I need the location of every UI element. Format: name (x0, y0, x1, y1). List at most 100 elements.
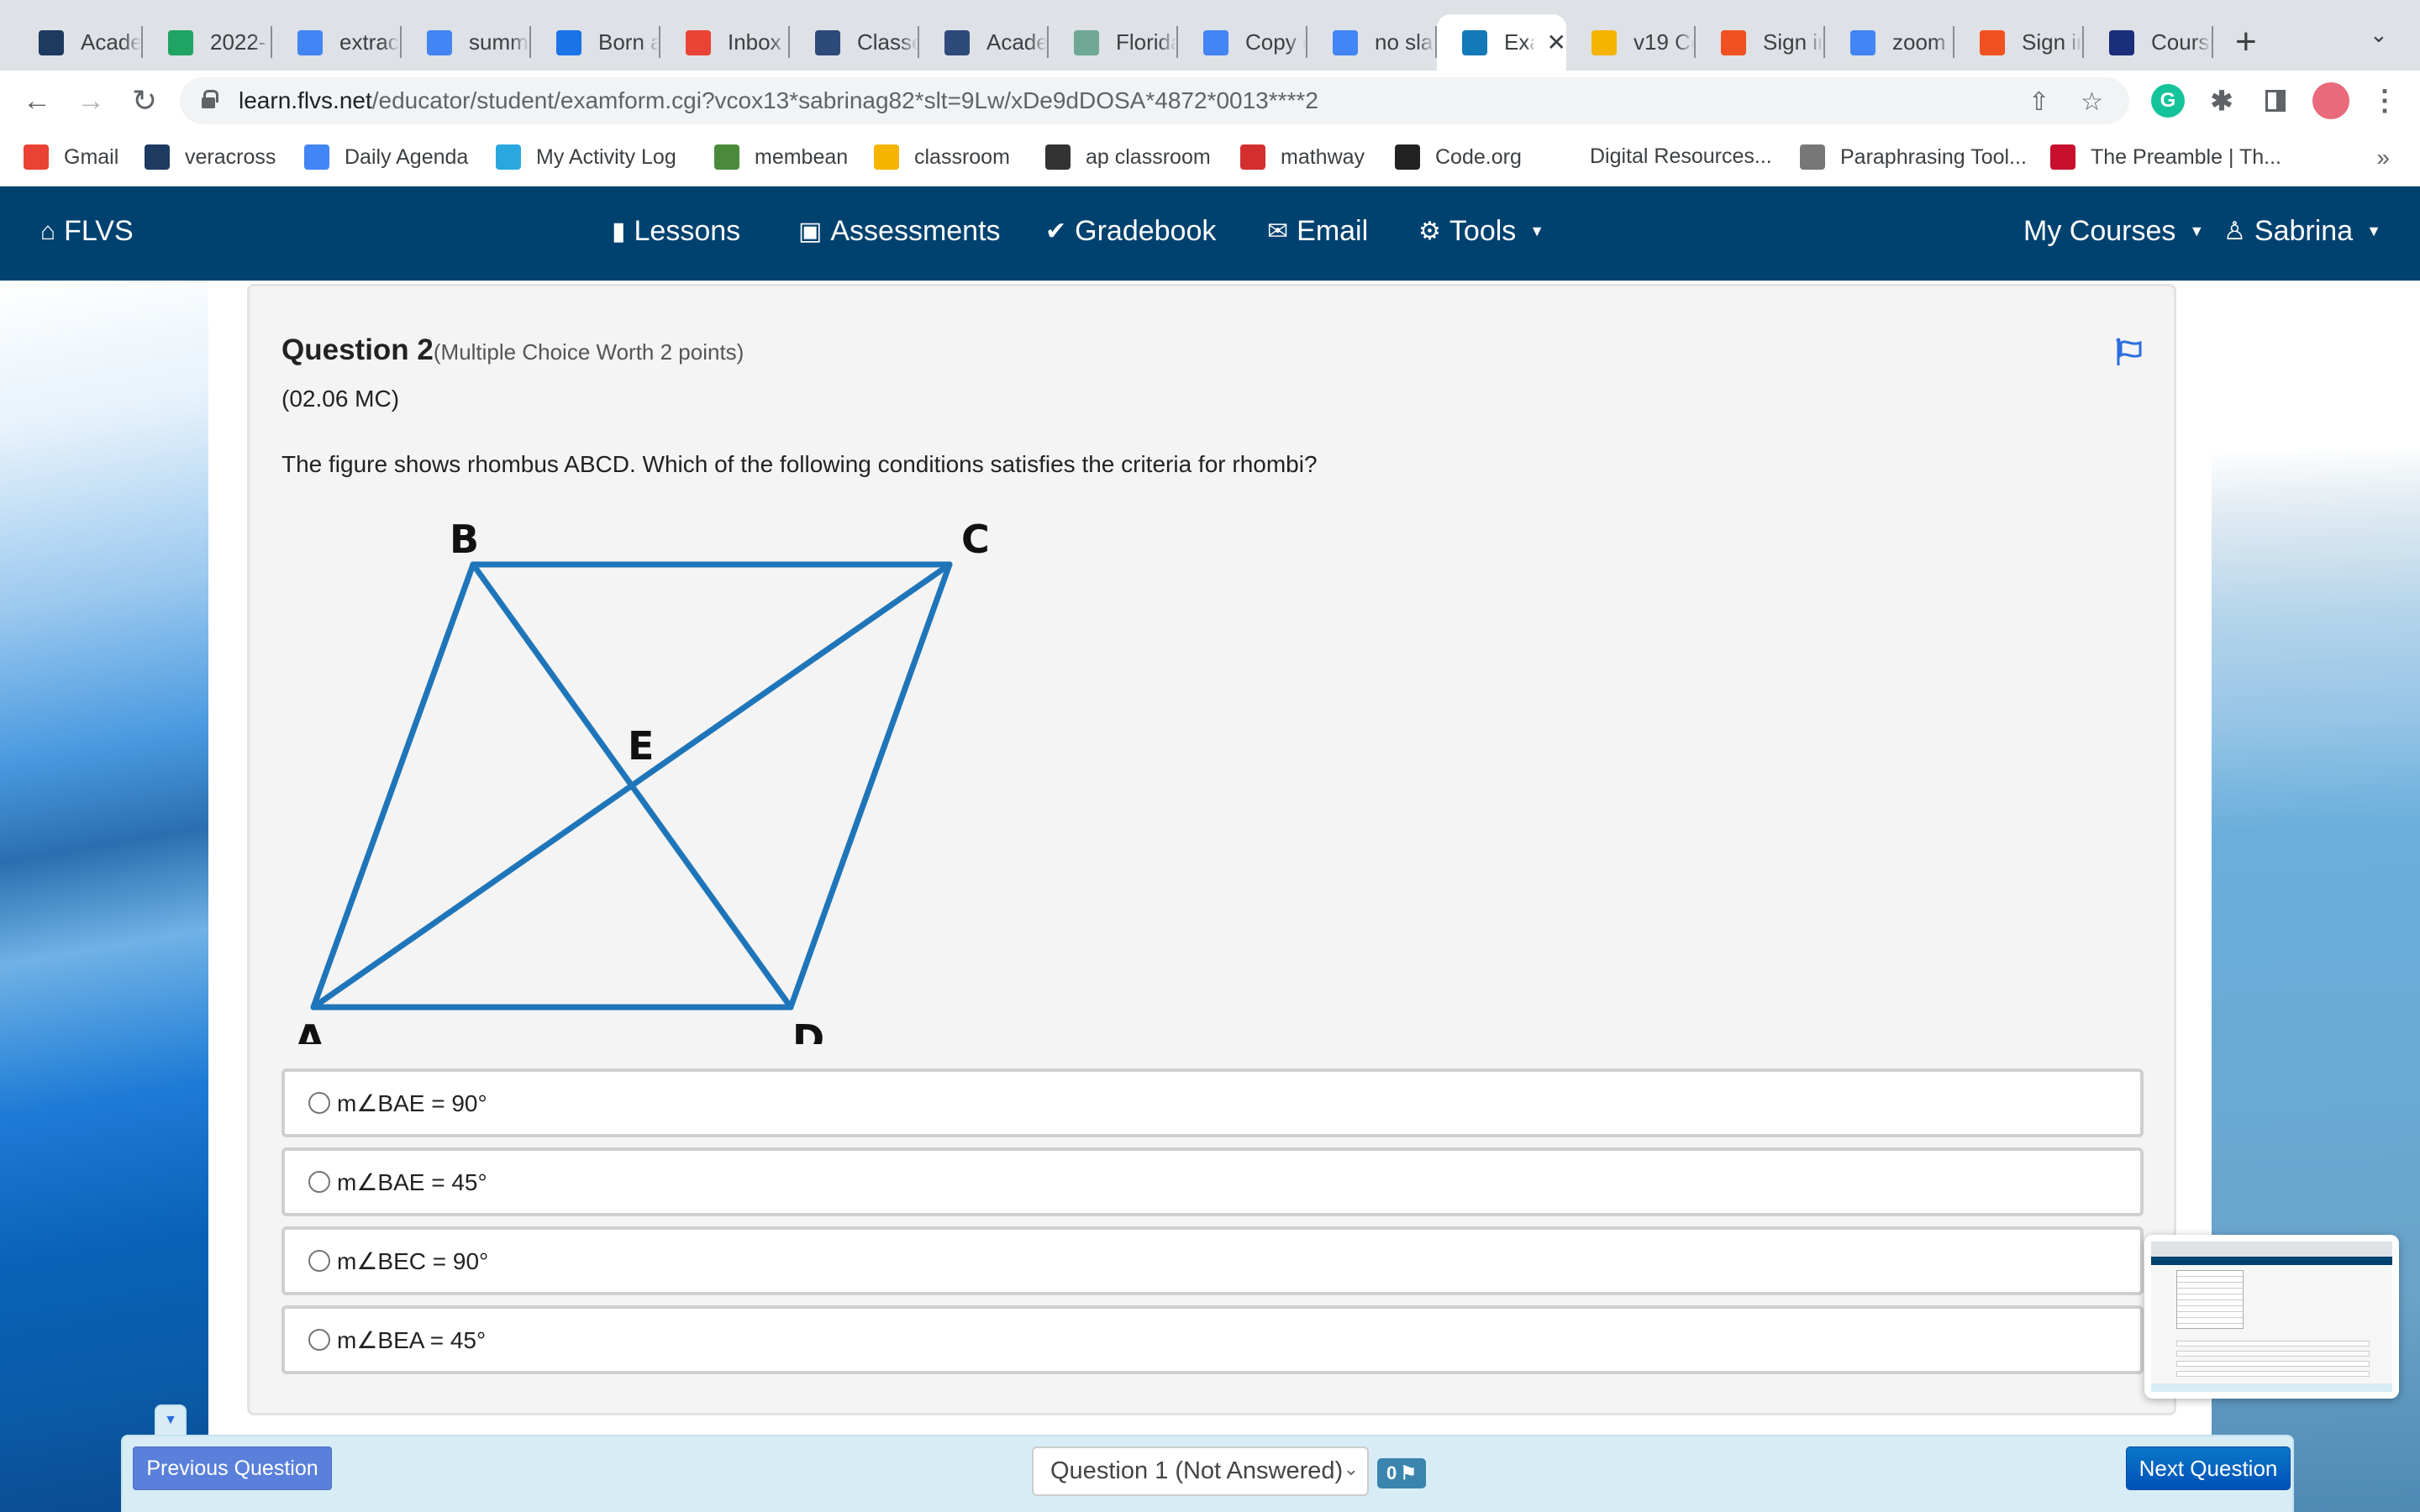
flvs-home-link[interactable]: ⌂ FLVS (40, 215, 134, 248)
new-tab-button[interactable]: + (2235, 17, 2257, 67)
previous-question-button[interactable]: Previous Question (133, 1446, 332, 1490)
bookmark-item[interactable]: classroom (874, 144, 1010, 170)
veracross-icon (39, 29, 64, 55)
google-docs-icon (1333, 29, 1358, 55)
google-docs-icon (304, 144, 329, 170)
gmail-icon (686, 29, 711, 55)
bookmark-label: classroom (914, 144, 1010, 169)
tab-search-chevron-icon[interactable]: ⌄ (2370, 22, 2388, 48)
browser-tab[interactable]: summ (402, 14, 531, 71)
radio-button[interactable] (308, 1092, 330, 1114)
side-panel-icon[interactable] (2259, 84, 2292, 118)
nav-email[interactable]: ✉ Email (1267, 215, 1368, 248)
back-arrow-icon[interactable]: ← (18, 82, 55, 119)
close-tab-icon[interactable]: ✕ (1547, 29, 1566, 56)
browser-tab[interactable]: Born a (531, 14, 660, 71)
bookmark-item[interactable]: mathway (1240, 144, 1365, 170)
address-bar[interactable]: learn.flvs.net/educator/student/examform… (180, 77, 2129, 124)
footer-toggle-button[interactable]: ▼ (155, 1404, 187, 1438)
bookmarks-bar: Gmail veracross Daily Agenda My Activity Lo… (0, 131, 2420, 186)
bookmark-item[interactable]: Code.org (1395, 144, 1522, 170)
browser-tab[interactable]: 2022- (143, 14, 272, 71)
url-text[interactable]: learn.flvs.net/educator/student/examform… (239, 87, 1318, 114)
reload-icon[interactable]: ↻ (126, 82, 163, 119)
question-code: (02.06 MC) (281, 386, 400, 412)
my-courses-dropdown[interactable]: My Courses ▼ (2023, 215, 2204, 248)
school-seal-icon (944, 29, 970, 55)
check-icon: ✔ (1045, 218, 1067, 245)
bookmark-item[interactable]: ap classroom (1045, 144, 1211, 170)
bookmark-item[interactable]: Gmail (24, 144, 118, 170)
browser-tab[interactable]: Copy o (1178, 14, 1307, 71)
answer-option[interactable]: m∠BEC = 90° (281, 1226, 2144, 1295)
tab-separator (2212, 26, 2213, 58)
nav-tools-dropdown[interactable]: ⚙ Tools ▼ (1418, 215, 1544, 248)
profile-avatar[interactable] (2312, 82, 2349, 119)
browser-tab[interactable]: no slak (1307, 14, 1437, 71)
bookmark-item[interactable]: Paraphrasing Tool... (1800, 144, 2027, 170)
google-classroom-icon (874, 144, 899, 170)
bookmark-star-icon[interactable]: ☆ (2081, 87, 2103, 117)
envelope-icon: ✉ (1267, 218, 1289, 245)
browser-tab[interactable]: Inbox ( (660, 14, 790, 71)
user-menu-dropdown[interactable]: ♙ Sabrina ▼ (2223, 215, 2381, 248)
bookmark-label: My Activity Log (536, 144, 676, 169)
browser-tab-strip: Acade 2022- extrac summ Born a Inbox (Classe A… (0, 0, 2420, 71)
nav-gradebook-label: Gradebook (1075, 215, 1217, 247)
url-path: /educator/student/examform.cgi?vcox13*sa… (371, 87, 1318, 113)
bookmark-item[interactable]: Daily Agenda (304, 144, 468, 170)
bookmark-item[interactable]: Digital Resources... (1590, 144, 1772, 169)
google-docs-icon (297, 29, 323, 55)
browser-tab[interactable]: v19 Co (1566, 14, 1696, 71)
vol-icon (496, 144, 521, 170)
nav-email-label: Email (1297, 215, 1369, 247)
radio-button[interactable] (308, 1250, 330, 1272)
extensions-puzzle-icon[interactable]: ✱ (2205, 84, 2238, 118)
school-seal-icon (815, 29, 840, 55)
flagged-count-badge[interactable]: 0 ⚑ (1377, 1458, 1426, 1488)
audio-bars-icon (1074, 29, 1099, 55)
next-question-button[interactable]: Next Question (2126, 1446, 2291, 1490)
question-select-value: Question 1 (Not Answered) (1050, 1457, 1344, 1484)
gmail-icon (24, 144, 49, 170)
question-select[interactable]: Question 1 (Not Answered) ⌄ (1032, 1446, 1369, 1496)
more-menu-icon[interactable]: ⋮ (2368, 84, 2402, 118)
flag-icon: ⚑ (1400, 1462, 1417, 1483)
browser-tab[interactable]: zoom - (1825, 14, 1954, 71)
answer-option[interactable]: m∠BAE = 45° (281, 1147, 2144, 1216)
radio-button[interactable] (308, 1329, 330, 1351)
browser-tab[interactable]: Acade (13, 14, 143, 71)
answer-option-text: m∠BEC = 90° (337, 1247, 489, 1274)
browser-tab[interactable]: Acade (919, 14, 1049, 71)
bookmark-item[interactable]: The Preamble | Th... (2050, 144, 2281, 170)
forward-arrow-icon[interactable]: → (72, 82, 109, 119)
bookmarks-overflow-button[interactable]: » (2376, 144, 2390, 171)
answer-option[interactable]: m∠BAE = 90° (281, 1068, 2144, 1137)
nav-assessments[interactable]: ▣ Assessments (798, 215, 1001, 248)
acorn-icon (1045, 144, 1071, 170)
nav-lessons[interactable]: ▮ Lessons (612, 215, 740, 248)
flag-question-icon[interactable] (2113, 335, 2147, 369)
browser-tab[interactable]: Exa ✕ (1437, 14, 1566, 71)
browser-tab[interactable]: Sign in (1696, 14, 1825, 71)
answer-option[interactable]: m∠BEA = 45° (281, 1305, 2144, 1374)
grammarly-icon[interactable]: G (2151, 84, 2185, 118)
browser-tab[interactable]: extrac (272, 14, 402, 71)
browser-tab[interactable]: Florida (1049, 14, 1178, 71)
screenshot-preview-thumbnail[interactable] (2144, 1235, 2399, 1399)
bookmark-item[interactable]: veracross (145, 144, 276, 170)
share-icon[interactable]: ⇧ (2028, 87, 2049, 117)
browser-tab[interactable]: Sign in (1954, 14, 2084, 71)
asterisk-icon (556, 29, 581, 55)
rhombus-figure: A B C D E (295, 517, 990, 1044)
bookmark-item[interactable]: My Activity Log (496, 144, 676, 170)
bookmark-item[interactable]: membean (714, 144, 848, 170)
tab-title: summ (469, 29, 529, 55)
bookmark-label: Daily Agenda (345, 144, 469, 169)
browser-tab[interactable]: Course (2084, 14, 2213, 71)
background-swoosh-left (0, 281, 208, 1512)
radio-button[interactable] (308, 1171, 330, 1193)
nav-gradebook[interactable]: ✔ Gradebook (1045, 215, 1216, 248)
browser-tab[interactable]: Classe (790, 14, 919, 71)
veracross-icon (145, 144, 170, 170)
